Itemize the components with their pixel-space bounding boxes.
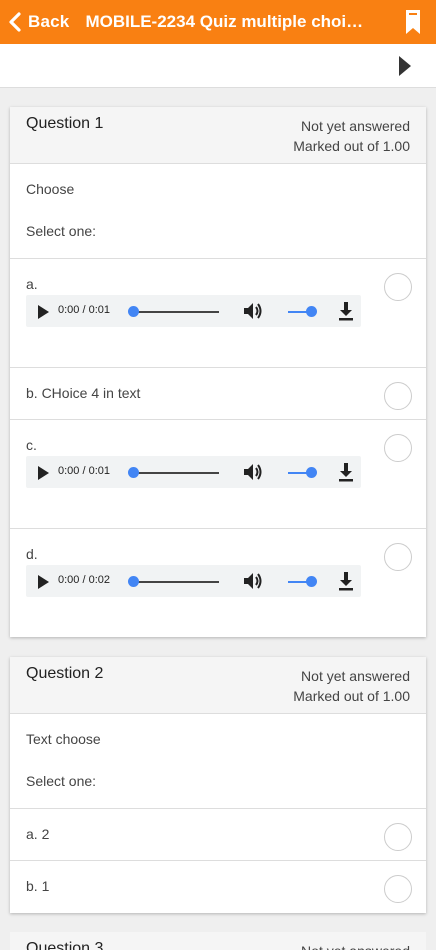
answer-state: Not yet answered bbox=[301, 941, 410, 950]
audio-time: 0:00 / 0:01 bbox=[58, 304, 110, 316]
audio-progress-thumb[interactable] bbox=[128, 306, 139, 317]
back-button[interactable]: Back bbox=[0, 0, 69, 44]
option-radio[interactable] bbox=[384, 382, 412, 410]
volume-thumb[interactable] bbox=[306, 576, 317, 587]
volume-thumb[interactable] bbox=[306, 467, 317, 478]
volume-icon[interactable] bbox=[242, 301, 264, 321]
volume-icon[interactable] bbox=[242, 462, 264, 482]
answer-option[interactable]: a. 0:00 / 0:01 bbox=[10, 259, 426, 368]
navigation-bar bbox=[0, 44, 436, 88]
audio-progress-thumb[interactable] bbox=[128, 467, 139, 478]
question-card: Question 1 Not yet answered Marked out o… bbox=[10, 107, 426, 637]
answer-state: Not yet answered bbox=[301, 118, 410, 134]
option-radio[interactable] bbox=[384, 273, 412, 301]
play-forward-icon[interactable] bbox=[398, 56, 412, 76]
question-status: Not yet answered bbox=[301, 941, 410, 950]
question-text: Choose Select one: bbox=[10, 164, 426, 259]
option-label: b. CHoice 4 in text bbox=[26, 385, 141, 401]
question-number: Question 2 bbox=[26, 665, 104, 682]
marks-label: Marked out of 1.00 bbox=[293, 688, 410, 704]
top-app-bar: Back MOBILE-2234 Quiz multiple choi… bbox=[0, 0, 436, 44]
option-radio[interactable] bbox=[384, 823, 412, 851]
question-header: Question 3 Not yet answered bbox=[10, 932, 426, 950]
play-icon[interactable] bbox=[38, 575, 49, 589]
question-header: Question 2 Not yet answered Marked out o… bbox=[10, 657, 426, 714]
question-prompt: Choose bbox=[26, 181, 75, 197]
question-status: Not yet answered Marked out of 1.00 bbox=[293, 116, 410, 156]
question-card: Question 3 Not yet answered bbox=[10, 932, 426, 950]
answer-option[interactable]: a. 2 bbox=[10, 809, 426, 861]
option-label: a. bbox=[26, 276, 38, 292]
option-radio[interactable] bbox=[384, 434, 412, 462]
question-header: Question 1 Not yet answered Marked out o… bbox=[10, 107, 426, 164]
answer-option[interactable]: b. 1 bbox=[10, 861, 426, 913]
question-status: Not yet answered Marked out of 1.00 bbox=[293, 666, 410, 706]
audio-time: 0:00 / 0:01 bbox=[58, 465, 110, 477]
audio-player[interactable]: 0:00 / 0:01 bbox=[26, 295, 361, 327]
audio-progress-track[interactable] bbox=[133, 311, 219, 313]
answer-option[interactable]: b. CHoice 4 in text bbox=[10, 368, 426, 420]
download-icon[interactable] bbox=[338, 572, 354, 591]
question-prompt: Text choose bbox=[26, 731, 101, 747]
bookmark-icon[interactable] bbox=[406, 10, 420, 34]
back-label: Back bbox=[28, 12, 70, 31]
download-icon[interactable] bbox=[338, 463, 354, 482]
option-radio[interactable] bbox=[384, 875, 412, 903]
answer-option[interactable]: d. 0:00 / 0:02 bbox=[10, 529, 426, 636]
question-card: Question 2 Not yet answered Marked out o… bbox=[10, 657, 426, 913]
chevron-left-icon bbox=[9, 12, 21, 32]
option-label: a. 2 bbox=[26, 826, 50, 842]
audio-player[interactable]: 0:00 / 0:01 bbox=[26, 456, 361, 488]
play-icon[interactable] bbox=[38, 466, 49, 480]
volume-icon[interactable] bbox=[242, 571, 264, 591]
option-radio[interactable] bbox=[384, 543, 412, 571]
select-one-label: Select one: bbox=[26, 773, 97, 789]
volume-thumb[interactable] bbox=[306, 306, 317, 317]
page-title: MOBILE-2234 Quiz multiple choi… bbox=[85, 12, 364, 31]
play-icon[interactable] bbox=[38, 305, 49, 319]
option-label: d. bbox=[26, 546, 38, 562]
answer-option[interactable]: c. 0:00 / 0:01 bbox=[10, 420, 426, 529]
audio-progress-track[interactable] bbox=[133, 581, 219, 583]
audio-player[interactable]: 0:00 / 0:02 bbox=[26, 565, 361, 597]
question-text: Text choose Select one: bbox=[10, 714, 426, 809]
option-label: c. bbox=[26, 437, 37, 453]
download-icon[interactable] bbox=[338, 302, 354, 321]
question-number: Question 1 bbox=[26, 115, 104, 132]
option-label: b. 1 bbox=[26, 878, 50, 894]
audio-time: 0:00 / 0:02 bbox=[58, 574, 110, 586]
audio-progress-track[interactable] bbox=[133, 472, 219, 474]
marks-label: Marked out of 1.00 bbox=[293, 138, 410, 154]
audio-progress-thumb[interactable] bbox=[128, 576, 139, 587]
select-one-label: Select one: bbox=[26, 223, 97, 239]
answer-state: Not yet answered bbox=[301, 668, 410, 684]
question-number: Question 3 bbox=[26, 940, 104, 950]
